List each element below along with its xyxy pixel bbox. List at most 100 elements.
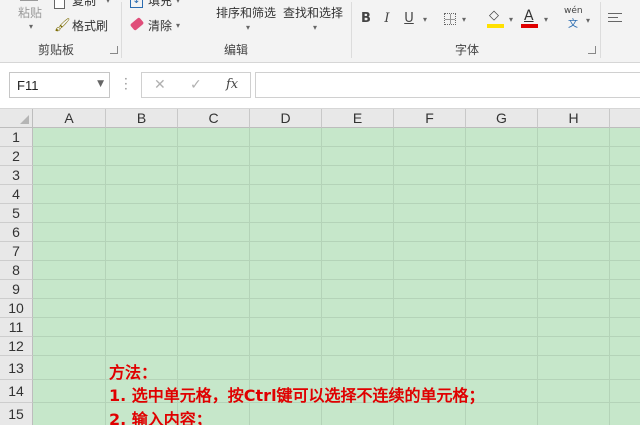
- name-box-dropdown-icon[interactable]: ▼: [97, 79, 104, 89]
- column-header-a[interactable]: A: [33, 109, 106, 128]
- column-header-e[interactable]: E: [322, 109, 394, 128]
- phonetic-dropdown-icon: ▾: [586, 16, 591, 25]
- clipboard-group-label: 剪贴板: [38, 43, 75, 57]
- fill-dropdown-icon: ▾: [176, 0, 181, 5]
- insert-function-icon[interactable]: fx: [226, 77, 238, 92]
- column-header-h[interactable]: H: [538, 109, 610, 128]
- column-header-c[interactable]: C: [178, 109, 250, 128]
- font-launcher-icon[interactable]: [588, 46, 596, 54]
- sort-filter-label: 排序和筛选: [216, 6, 277, 20]
- fill-color-button[interactable]: ◇ ▾: [487, 8, 517, 30]
- grid-line: [537, 128, 538, 425]
- font-color-letter: A: [524, 8, 534, 24]
- grid-line: [33, 336, 640, 337]
- copy-dropdown-icon: ▾: [106, 0, 111, 5]
- grid-line: [33, 260, 640, 261]
- grid-line: [33, 317, 640, 318]
- clear-dropdown-icon: ▾: [176, 21, 181, 30]
- paste-icon: [20, 0, 38, 1]
- row-header-4[interactable]: 4: [0, 185, 33, 204]
- font-color-dropdown-icon: ▾: [544, 15, 549, 24]
- grid-line: [33, 165, 640, 166]
- fill-label: 填充: [148, 0, 173, 8]
- row-header-5[interactable]: 5: [0, 204, 33, 223]
- name-box[interactable]: F11 ▼: [9, 72, 110, 98]
- select-all-button[interactable]: [0, 109, 33, 128]
- ribbon: 粘贴 ▾ 复制 ▾ 🖌 格式刷 剪贴板 ↓ 填充 ▾ 清除 ▾ 排序和筛选 ▾: [0, 0, 640, 63]
- row-header-13[interactable]: 13: [0, 356, 33, 380]
- note-line-1: 方法：: [109, 363, 158, 382]
- border-dropdown-icon: ▾: [462, 15, 467, 24]
- grid-line: [33, 355, 640, 356]
- grid-line: [33, 241, 640, 242]
- sort-filter-button[interactable]: 排序和筛选 ▾: [216, 6, 280, 36]
- column-header-d[interactable]: D: [250, 109, 322, 128]
- fill-color-dropdown-icon: ▾: [509, 15, 514, 24]
- column-header-g[interactable]: G: [466, 109, 538, 128]
- ribbon-separator: [121, 2, 122, 58]
- format-painter-label: 格式刷: [72, 19, 109, 33]
- column-header-partial[interactable]: [610, 109, 640, 128]
- cancel-icon[interactable]: ✕: [154, 77, 166, 93]
- row-header-12[interactable]: 12: [0, 337, 33, 356]
- grid-line: [33, 279, 640, 280]
- copy-label: 复制: [72, 0, 97, 8]
- row-header-14[interactable]: 14: [0, 380, 33, 403]
- paste-button[interactable]: 粘贴 ▾: [8, 0, 48, 34]
- grid-line: [33, 298, 640, 299]
- grid-line: [33, 222, 640, 223]
- column-header-b[interactable]: B: [106, 109, 178, 128]
- paint-bucket-icon: ◇: [489, 8, 499, 23]
- formula-input[interactable]: [255, 72, 640, 98]
- row-header-15[interactable]: 15: [0, 403, 33, 425]
- enter-icon[interactable]: ✓: [190, 77, 202, 93]
- fill-down-icon: ↓: [130, 0, 143, 8]
- column-header-f[interactable]: F: [394, 109, 466, 128]
- row-header-2[interactable]: 2: [0, 147, 33, 166]
- row-header-6[interactable]: 6: [0, 223, 33, 242]
- spreadsheet-grid[interactable]: A B C D E F G H 1 2 3 4 5 6 7 8 9 10 11 …: [0, 109, 640, 425]
- grid-line: [249, 128, 250, 425]
- font-color-swatch: [521, 24, 538, 28]
- select-all-icon: [20, 115, 29, 124]
- clipboard-launcher-icon[interactable]: [110, 46, 118, 54]
- grid-line: [105, 128, 106, 425]
- underline-button[interactable]: U: [399, 10, 419, 28]
- underline-dropdown-icon[interactable]: ▾: [423, 15, 427, 24]
- find-select-label: 查找和选择: [283, 6, 344, 20]
- eraser-icon: [129, 17, 145, 31]
- row-header-1[interactable]: 1: [0, 128, 33, 147]
- row-header-11[interactable]: 11: [0, 318, 33, 337]
- note-line-2: 1. 选中单元格，按Ctrl键可以选择不连续的单元格；: [109, 386, 485, 405]
- grid-line: [465, 128, 466, 425]
- font-color-button[interactable]: A ▾: [520, 8, 552, 30]
- bold-button[interactable]: B: [356, 10, 376, 28]
- name-box-value: F11: [17, 78, 39, 93]
- row-header-10[interactable]: 10: [0, 299, 33, 318]
- grid-line: [321, 128, 322, 425]
- find-select-button[interactable]: 查找和选择 ▾: [283, 6, 347, 36]
- fill-color-swatch: [487, 24, 504, 28]
- clear-label: 清除: [148, 19, 173, 33]
- row-header-7[interactable]: 7: [0, 242, 33, 261]
- find-select-dropdown-icon: ▾: [313, 23, 318, 32]
- align-left-button[interactable]: [608, 13, 622, 25]
- format-painter-button[interactable]: 🖌 格式刷: [54, 18, 114, 34]
- border-button[interactable]: ▾: [444, 12, 474, 28]
- formula-bar: F11 ▼ · · · ✕ ✓ fx: [0, 63, 640, 109]
- align-left-icon: [608, 13, 622, 25]
- copy-button[interactable]: 复制 ▾: [54, 0, 114, 10]
- border-icon: [444, 13, 456, 25]
- row-header-3[interactable]: 3: [0, 166, 33, 185]
- format-painter-icon: 🖌: [54, 18, 71, 33]
- phonetic-button[interactable]: wén 文 ▾: [562, 6, 596, 30]
- more-options-icon[interactable]: · · ·: [124, 73, 128, 95]
- formula-buttons: ✕ ✓ fx: [141, 72, 251, 98]
- row-header-9[interactable]: 9: [0, 280, 33, 299]
- row-header-8[interactable]: 8: [0, 261, 33, 280]
- italic-button[interactable]: I: [377, 10, 397, 28]
- note-line-3: 2. 输入内容；: [109, 410, 212, 425]
- grid-line: [33, 146, 640, 147]
- fill-button[interactable]: ↓ 填充 ▾: [130, 0, 190, 10]
- clear-button[interactable]: 清除 ▾: [129, 17, 190, 34]
